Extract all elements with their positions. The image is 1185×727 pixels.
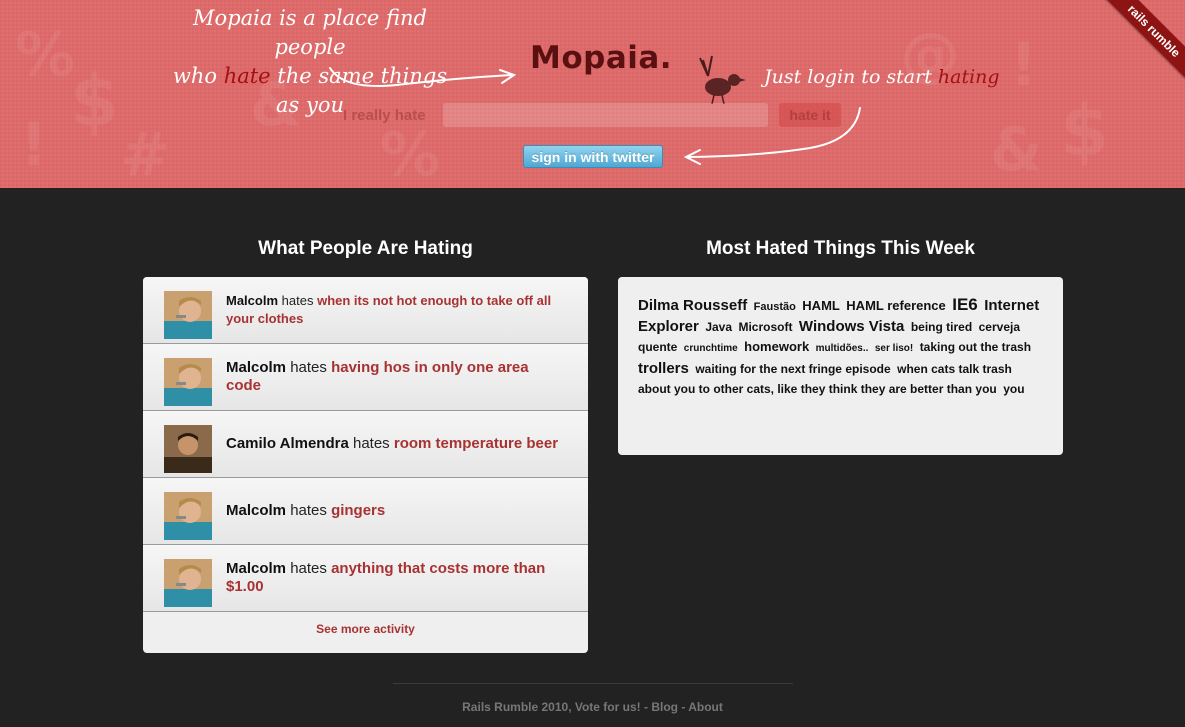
hate-label: I really hate bbox=[343, 107, 426, 124]
tag-link[interactable]: Dilma Rousseff bbox=[638, 297, 747, 314]
tag-link[interactable]: you bbox=[1003, 382, 1024, 396]
activity-verb: hates bbox=[290, 502, 327, 519]
activity-verb: hates bbox=[352, 435, 390, 452]
tag-link[interactable]: multidões.. bbox=[816, 343, 869, 354]
activity-item: Camilo Almendra hates room temperature b… bbox=[143, 411, 588, 478]
rails-rumble-ribbon-wrap: rails rumble bbox=[1095, 0, 1185, 90]
tag-link[interactable]: Microsoft bbox=[738, 320, 792, 334]
cloud-title: Most Hated Things This Week bbox=[706, 238, 975, 259]
avatar-image bbox=[164, 358, 212, 406]
tag-link[interactable]: IE6 bbox=[952, 295, 978, 314]
activity-item: Malcolm hates having hos in only one are… bbox=[143, 344, 588, 411]
activity-verb: hates bbox=[290, 560, 327, 577]
tag-link[interactable]: taking out the trash bbox=[920, 340, 1031, 354]
avatar-image bbox=[164, 291, 212, 339]
activity-verb: hates bbox=[290, 359, 327, 376]
tag-link[interactable]: homework bbox=[744, 339, 809, 354]
hate-it-button[interactable]: hate it bbox=[779, 103, 841, 127]
footer-blog-link[interactable]: Blog bbox=[651, 700, 678, 714]
footer-divider bbox=[393, 683, 793, 684]
login-hint-highlight: hating bbox=[937, 66, 1000, 88]
footer-about-link[interactable]: About bbox=[688, 700, 723, 714]
activity-user[interactable]: Malcolm bbox=[226, 560, 286, 577]
activity-thing[interactable]: gingers bbox=[331, 502, 385, 519]
site-logo[interactable]: Mopaia. bbox=[530, 40, 672, 76]
see-more-activity-link[interactable]: See more activity bbox=[143, 612, 588, 636]
activity-title: What People Are Hating bbox=[258, 238, 473, 259]
tag-link[interactable]: trollers bbox=[638, 360, 689, 377]
avatar[interactable] bbox=[164, 559, 212, 607]
activity-item: Malcolm hates gingers bbox=[143, 478, 588, 545]
avatar-image bbox=[164, 425, 212, 473]
tag-link[interactable]: waiting for the next fringe episode bbox=[695, 362, 890, 376]
tag-link[interactable]: ser liso! bbox=[875, 343, 913, 354]
login-hint: Just login to start hating bbox=[764, 66, 1000, 88]
activity-user[interactable]: Malcolm bbox=[226, 502, 286, 519]
tag-cloud-panel: Dilma Rousseff Faustão HAML HAML referen… bbox=[618, 277, 1063, 455]
footer-separator: - bbox=[677, 700, 689, 714]
avatar[interactable] bbox=[164, 291, 212, 339]
avatar-image bbox=[164, 559, 212, 607]
footer-rumble-link[interactable]: Rails Rumble 2010, Vote for us! bbox=[462, 700, 641, 714]
header-banner: % $ ! # ! $ & @ % & Mopaia is a place fi… bbox=[0, 0, 1185, 188]
avatar[interactable] bbox=[164, 492, 212, 540]
avatar[interactable] bbox=[164, 425, 212, 473]
tag-link[interactable]: HAML bbox=[802, 298, 840, 313]
rails-rumble-ribbon[interactable]: rails rumble bbox=[1095, 0, 1185, 90]
activity-verb: hates bbox=[281, 293, 314, 308]
activity-user[interactable]: Malcolm bbox=[226, 293, 278, 308]
tag-link[interactable]: crunchtime bbox=[684, 343, 738, 354]
tag-link[interactable]: Java bbox=[705, 320, 732, 334]
activity-thing[interactable]: room temperature beer bbox=[394, 435, 558, 452]
bird-icon bbox=[699, 55, 746, 105]
hate-input[interactable] bbox=[443, 103, 768, 127]
footer-separator: - bbox=[640, 700, 652, 714]
tag-link[interactable]: Faustão bbox=[754, 301, 796, 313]
activity-item: Malcolm hates when its not hot enough to… bbox=[143, 277, 588, 344]
footer: Rails Rumble 2010, Vote for us! - Blog -… bbox=[0, 700, 1185, 714]
activity-item: Malcolm hates anything that costs more t… bbox=[143, 545, 588, 612]
avatar[interactable] bbox=[164, 358, 212, 406]
tag-link[interactable]: HAML reference bbox=[846, 298, 945, 313]
tag-link[interactable]: Windows Vista bbox=[799, 318, 904, 335]
activity-user[interactable]: Camilo Almendra bbox=[226, 435, 349, 452]
sign-in-twitter-button[interactable]: sign in with twitter bbox=[523, 145, 663, 168]
activity-user[interactable]: Malcolm bbox=[226, 359, 286, 376]
tag-link[interactable]: being tired bbox=[911, 320, 972, 334]
activity-panel: Malcolm hates when its not hot enough to… bbox=[143, 277, 588, 653]
login-hint-pre: Just login to start bbox=[764, 66, 938, 88]
avatar-image bbox=[164, 492, 212, 540]
